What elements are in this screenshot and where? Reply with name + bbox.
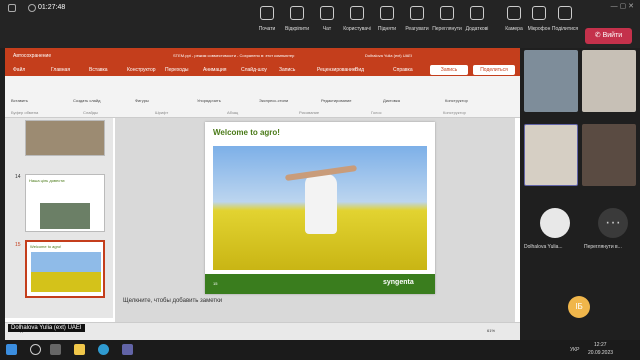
notes-placeholder[interactable]: Щелкните, чтобы добавить заметки xyxy=(123,298,222,304)
record-icon xyxy=(260,6,274,20)
presenter-label: Dolhalova Yulia (ext) UAEI xyxy=(8,324,85,332)
menu-7[interactable]: Запись xyxy=(279,67,295,73)
video-tile-4[interactable] xyxy=(582,124,636,186)
more-button[interactable]: Додаткові xyxy=(460,6,494,32)
menu-4[interactable]: Переходы xyxy=(165,67,188,73)
language[interactable]: УКР xyxy=(570,347,579,353)
leave-button[interactable]: ✆ Вийти xyxy=(585,28,632,44)
taskview-icon[interactable] xyxy=(50,344,61,355)
syngenta-logo: syngenta xyxy=(383,279,414,286)
slide-thumb-14[interactable]: Наша ціль довести: xyxy=(25,174,105,232)
people-button[interactable]: Користувачі xyxy=(340,6,374,32)
menu-2[interactable]: Вставка xyxy=(89,67,108,73)
share-button[interactable]: Поділитися xyxy=(548,6,582,32)
ppt-share-button[interactable]: Поделиться xyxy=(473,65,515,75)
react-button[interactable]: Реагувати xyxy=(400,6,434,32)
phone-icon: ✆ xyxy=(594,32,603,39)
video-tile-1[interactable] xyxy=(524,50,578,112)
mic-icon xyxy=(532,6,546,20)
ribbon-button-3[interactable]: Упорядочить xyxy=(197,98,221,103)
pin-button[interactable]: Відкріпити xyxy=(280,6,314,32)
ribbon-button-4[interactable]: Экспресс-стили xyxy=(259,98,288,103)
files-icon[interactable] xyxy=(74,344,85,355)
menu-3[interactable]: Конструктор xyxy=(127,67,156,73)
ppt-ribbon: Вставить Создать слайд Фигуры Упорядочить Эк… xyxy=(5,76,520,118)
people-icon xyxy=(350,6,364,20)
menu-0[interactable]: Файл xyxy=(13,67,25,73)
video-tile-2[interactable] xyxy=(582,50,636,112)
pin-icon xyxy=(290,6,304,20)
clock-date: 20.09.2023 xyxy=(588,350,614,356)
slide-thumb-13[interactable] xyxy=(25,120,105,156)
ribbon-button-1[interactable]: Создать слайд xyxy=(73,98,100,103)
clock-time: 12:27 xyxy=(594,342,607,348)
current-slide[interactable]: Welcome to agro! 15 syngenta xyxy=(205,122,435,294)
chat-button[interactable]: Чат xyxy=(310,6,344,32)
ribbon-group-3: Абзац xyxy=(227,110,239,115)
video-tile-3[interactable] xyxy=(524,124,578,186)
menu-10[interactable]: Справка xyxy=(393,67,413,73)
menu-8[interactable]: Рецензирование xyxy=(317,67,356,73)
share-icon xyxy=(558,6,572,20)
search-icon[interactable] xyxy=(30,344,41,355)
ribbon-group-4: Рисование xyxy=(299,110,320,115)
record-button[interactable]: Почати xyxy=(250,6,284,32)
meeting-toolbar: 01:27:48 Почати Відкріпити Чат Користувачі П… xyxy=(0,0,640,48)
tile-name-2: Переглянути в... xyxy=(584,244,622,250)
shared-screen: Автосохранение STEM.ppt - режим совмести… xyxy=(5,48,520,340)
participant-panel: ··· Dolhalova Yulia... Переглянути в... … xyxy=(522,48,640,320)
raise-hand-button[interactable]: Підняти xyxy=(370,6,404,32)
meeting-timer: 01:27:48 xyxy=(38,4,66,11)
react-icon xyxy=(410,6,424,20)
slide-thumb-15[interactable]: Welcome to agro! xyxy=(25,240,105,298)
ribbon-group-0: Буфер обмена xyxy=(11,110,39,115)
slide-title: Welcome to agro! xyxy=(213,128,280,137)
ppt-titlebar: Автосохранение STEM.ppt - режим совмести… xyxy=(5,48,520,64)
start-icon[interactable] xyxy=(6,344,17,355)
ribbon-button-2[interactable]: Фигуры xyxy=(135,98,149,103)
teams-icon[interactable] xyxy=(122,344,133,355)
more-icon xyxy=(470,6,484,20)
menu-6[interactable]: Слайд-шоу xyxy=(241,67,267,73)
more-participants[interactable]: ··· xyxy=(598,208,628,238)
camera-icon xyxy=(507,6,521,20)
menu-1[interactable]: Главная xyxy=(51,67,70,73)
window-controls[interactable]: — ▢ ✕ xyxy=(611,2,634,10)
tractor-image xyxy=(40,203,90,229)
initials-avatar: ІБ xyxy=(568,296,590,318)
windows-taskbar: УКР 12:27 20.09.2023 xyxy=(0,340,640,360)
raise-hand-icon xyxy=(380,6,394,20)
avatar xyxy=(540,208,570,238)
ribbon-button-5[interactable]: Редактирование xyxy=(321,98,351,103)
edge-icon[interactable] xyxy=(98,344,109,355)
menu-9[interactable]: Вид xyxy=(355,67,364,73)
ribbon-group-5: Голос xyxy=(371,110,382,115)
ribbon-group-1: Слайды xyxy=(83,110,98,115)
shield-icon xyxy=(8,4,16,12)
view-button[interactable]: Переглянути xyxy=(430,6,464,32)
ribbon-group-2: Шрифт xyxy=(155,110,169,115)
chat-icon xyxy=(320,6,334,20)
ribbon-button-7[interactable]: Конструктор xyxy=(445,98,468,103)
tile-name-1: Dolhalova Yulia... xyxy=(524,244,563,250)
ppt-record-button[interactable]: Запись xyxy=(430,65,468,75)
view-icon xyxy=(440,6,454,20)
slide-footer-bar: 15 syngenta xyxy=(205,274,435,294)
slide-thumbnails[interactable]: 14 Наша ціль довести: 15 Welcome to agro… xyxy=(5,118,113,318)
person-figure xyxy=(305,174,337,234)
ribbon-button-0[interactable]: Вставить xyxy=(11,98,28,103)
field-photo xyxy=(213,146,427,270)
slide-editor[interactable]: Welcome to agro! 15 syngenta Щелкните, ч… xyxy=(115,118,515,340)
ribbon-group-6: Конструктор xyxy=(443,110,466,115)
ribbon-button-6[interactable]: Диктовка xyxy=(383,98,400,103)
timer-icon xyxy=(28,4,36,12)
thumb-field-image xyxy=(31,252,101,292)
menu-5[interactable]: Анимация xyxy=(203,67,226,73)
